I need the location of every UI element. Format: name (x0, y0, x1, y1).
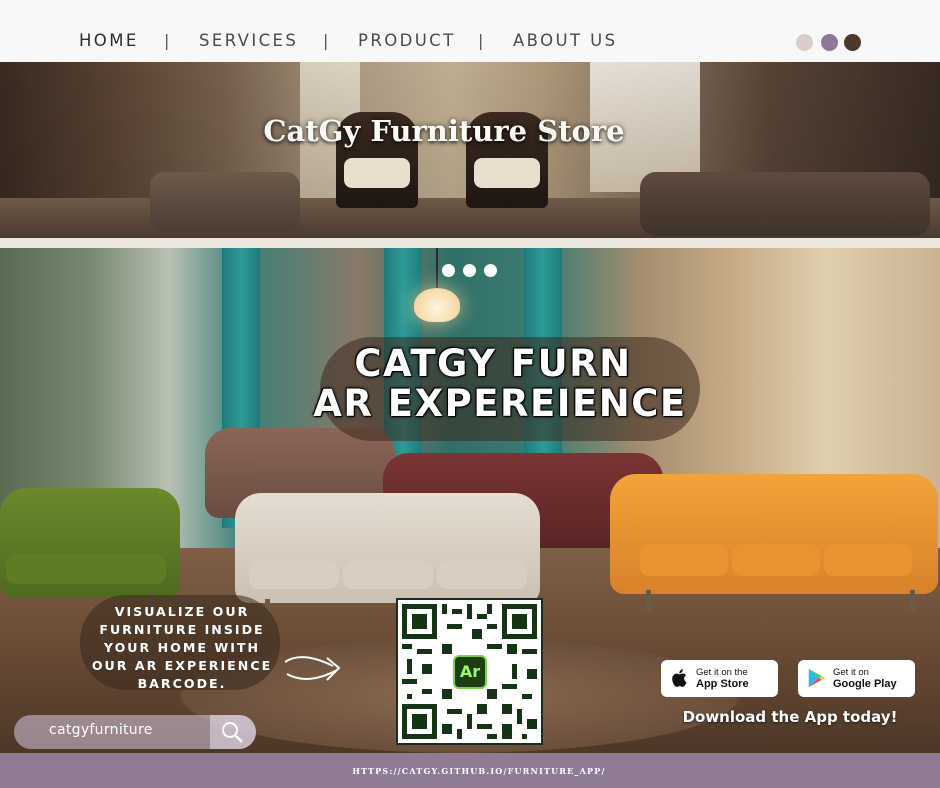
section-divider (0, 238, 940, 248)
nav-separator: | (323, 31, 329, 50)
visualize-line: FURNITURE INSIDE (99, 622, 265, 637)
ar-title-line-1: CATGY FURN (354, 342, 632, 385)
app-store-label: App Store (696, 678, 749, 690)
google-play-label: Google Play (833, 678, 897, 690)
nav-services[interactable]: SERVICES (199, 31, 298, 50)
top-nav: HOME | SERVICES | PRODUCT | ABOUT US (0, 0, 940, 62)
footer-url-link[interactable]: HTTPS://CATGY.GITHUB.IO/FURNITURE_APP/ (0, 766, 940, 776)
nav-separator: | (478, 31, 484, 50)
sofa-orange (610, 474, 938, 612)
download-text: Download the App today! (682, 708, 898, 726)
ar-logo: Ar (453, 655, 487, 689)
visualize-text: VISUALIZE OUR FURNITURE INSIDE YOUR HOME… (82, 603, 282, 693)
carousel-dot-3[interactable] (484, 264, 497, 277)
nav-separator: | (164, 31, 170, 50)
visualize-line: BARCODE. (137, 676, 227, 691)
footer-bar: HTTPS://CATGY.GITHUB.IO/FURNITURE_APP/ (0, 753, 940, 788)
store-title: CatGy Furniture Store (263, 114, 625, 148)
visualize-line: VISUALIZE OUR (114, 604, 250, 619)
apple-icon (672, 669, 687, 687)
carousel-dot-2[interactable] (463, 264, 476, 277)
sofa-beige (235, 493, 540, 621)
hero-banner-store: CatGy Furniture Store (0, 62, 940, 238)
app-store-small-label: Get it on the (696, 667, 748, 678)
ar-title-line-2: AR EXPEREIENCE (313, 382, 687, 425)
google-play-button[interactable]: Get it on Google Play (798, 660, 915, 697)
search-bar[interactable]: catgyfurniture (14, 715, 256, 749)
search-input[interactable]: catgyfurniture (49, 722, 153, 738)
visualize-line: OUR AR EXPERIENCE (91, 658, 273, 673)
sofa-decor (150, 172, 300, 232)
hero-ar-experience: CATGY FURN AR EXPEREIENCE VISUALIZE OUR … (0, 248, 940, 753)
play-icon (808, 668, 826, 688)
google-play-small-label: Get it on (833, 667, 869, 678)
carousel-dot-1[interactable] (442, 264, 455, 277)
nav-about-us[interactable]: ABOUT US (513, 31, 617, 50)
sofa-green (0, 488, 180, 616)
sofa-decor (640, 172, 930, 236)
search-icon (222, 722, 243, 743)
app-store-button[interactable]: Get it on the App Store (661, 660, 778, 697)
visualize-line: YOUR HOME WITH (103, 640, 261, 655)
qr-code[interactable]: Ar (396, 598, 543, 745)
swatch-purple-dot[interactable] (821, 34, 838, 51)
search-button[interactable] (210, 715, 256, 749)
lamp-cord (436, 248, 438, 290)
nav-home[interactable]: HOME (79, 31, 139, 50)
swatch-light-dot[interactable] (796, 34, 813, 51)
nav-product[interactable]: PRODUCT (358, 31, 456, 50)
swatch-brown-dot[interactable] (844, 34, 861, 51)
arrow-right-icon (284, 656, 341, 681)
pendant-lamp (414, 288, 460, 322)
